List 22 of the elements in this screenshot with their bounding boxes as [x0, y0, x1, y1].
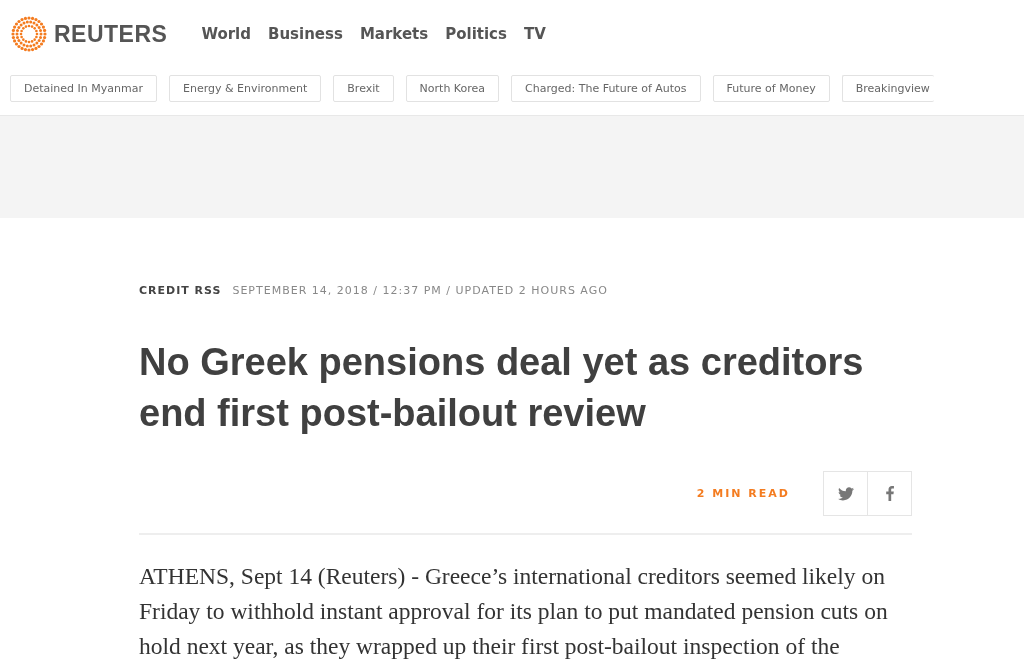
- twitter-bird-icon: [837, 486, 854, 501]
- nav-link[interactable]: TV: [523, 25, 546, 43]
- topic-tag[interactable]: Charged: The Future of Autos: [511, 75, 701, 102]
- nav-link[interactable]: Markets: [359, 25, 429, 43]
- read-time: 2 MIN READ: [696, 487, 790, 500]
- topic-tag[interactable]: Future of Money: [712, 75, 830, 102]
- article-dateline: SEPTEMBER 14, 2018 / 12:37 PM / UPDATED 2 HOURS AGO: [232, 284, 608, 297]
- logo-wordmark[interactable]: REUTERS: [54, 20, 168, 48]
- article-paragraph: ATHENS, Sept 14 (Reuters) - Greece’s international creditors seemed likely on Friday to withhold instant approval for its plan to put mandated pension cuts on hold next year, as they wrapped up their first post-bailout inspection of the: [139, 562, 889, 661]
- article-headline: No Greek pensions deal yet as creditors end first post-bailout review: [139, 340, 865, 436]
- facebook-share-button[interactable]: [867, 471, 912, 516]
- topic-tag[interactable]: Energy & Environment: [169, 75, 322, 102]
- topic-tag[interactable]: Brexit: [333, 75, 394, 102]
- nav-link[interactable]: Business: [268, 25, 343, 43]
- logo-icon: [10, 15, 48, 53]
- nav-link[interactable]: Politics: [445, 25, 507, 43]
- facebook-icon: [885, 486, 894, 501]
- topic-tag[interactable]: Detained In Myanmar: [10, 75, 157, 102]
- twitter-share-button[interactable]: [823, 471, 868, 516]
- section-label[interactable]: CREDIT RSS: [139, 284, 222, 297]
- topic-tag[interactable]: North Korea: [405, 75, 500, 102]
- nav-link[interactable]: World: [201, 25, 251, 43]
